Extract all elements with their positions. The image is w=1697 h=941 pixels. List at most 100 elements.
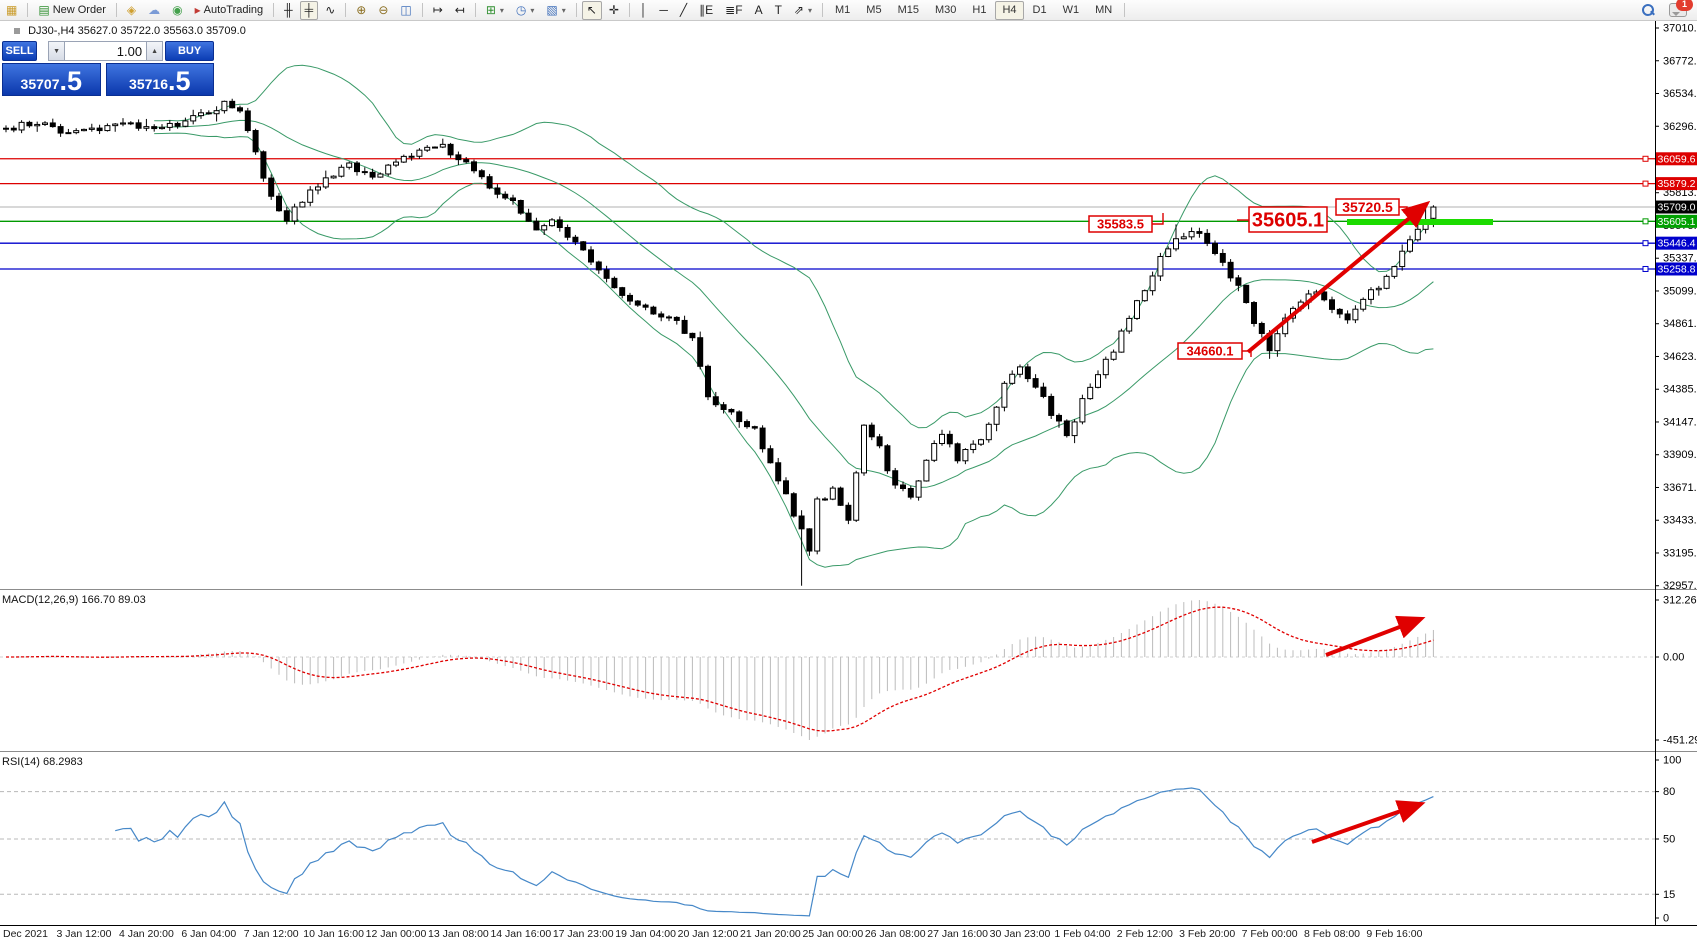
symbols-icon: ▦ xyxy=(6,4,17,16)
chat-icon[interactable]: ☁ xyxy=(143,1,165,20)
volume-input[interactable] xyxy=(65,41,146,61)
svg-text:35605.1: 35605.1 xyxy=(1658,216,1696,228)
svg-text:13 Jan 08:00: 13 Jan 08:00 xyxy=(428,928,489,940)
candlestick-chart-icon[interactable]: ╪ xyxy=(300,1,319,20)
price-chart[interactable]: 35583.535605.135720.534660.137010.036772… xyxy=(0,0,1697,941)
sell-price-main: 35707 xyxy=(21,74,60,94)
arrows-icon[interactable]: ⇗▾ xyxy=(789,1,817,20)
svg-text:25 Jan 00:00: 25 Jan 00:00 xyxy=(802,928,863,940)
horizontal-line-icon[interactable]: ─ xyxy=(654,1,673,20)
timeframe-button-m5[interactable]: M5 xyxy=(859,1,888,20)
new-chart-icon-dropdown[interactable]: ▾ xyxy=(500,6,504,15)
buy-price-main: 35716 xyxy=(129,74,168,94)
rsi-indicator-label: RSI(14) 68.2983 xyxy=(2,756,83,768)
support-line-2-axis-label: 35258.8 xyxy=(1656,262,1697,275)
notifications-icon[interactable]: 1 xyxy=(1669,3,1687,17)
svg-text:3 Jan 12:00: 3 Jan 12:00 xyxy=(57,928,112,940)
new-order-button-label: New Order xyxy=(53,4,106,16)
autotrading-button[interactable]: ▸AutoTrading xyxy=(190,1,269,20)
svg-text:4 Jan 20:00: 4 Jan 20:00 xyxy=(119,928,174,940)
bar-chart-icon[interactable]: ╫ xyxy=(279,1,298,20)
svg-text:-451.29: -451.29 xyxy=(1663,735,1697,747)
periods-icon-dropdown[interactable]: ▾ xyxy=(530,6,534,15)
timeframe-button-h1[interactable]: H1 xyxy=(965,1,993,20)
text-label-icon: T xyxy=(775,4,782,16)
svg-text:33671.0: 33671.0 xyxy=(1663,482,1697,494)
tile-windows-icon[interactable]: ◫ xyxy=(395,1,416,20)
svg-text:2 Feb 12:00: 2 Feb 12:00 xyxy=(1117,928,1173,940)
chat-icon: ☁ xyxy=(148,4,160,16)
arrows-icon-dropdown[interactable]: ▾ xyxy=(808,6,812,15)
signals-icon[interactable]: ◉ xyxy=(167,1,187,20)
bar-chart-icon: ╫ xyxy=(284,4,293,16)
text-label-icon[interactable]: T xyxy=(770,1,787,20)
svg-text:37010.0: 37010.0 xyxy=(1663,23,1697,35)
svg-text:35446.4: 35446.4 xyxy=(1658,238,1696,250)
buy-price-display[interactable]: 35716 .5 xyxy=(106,63,214,96)
line-chart-icon[interactable]: ∿ xyxy=(320,1,340,20)
crosshair-icon[interactable]: ✛ xyxy=(604,1,624,20)
text-icon[interactable]: A xyxy=(750,1,768,20)
timeframe-button-m1[interactable]: M1 xyxy=(828,1,857,20)
one-click-trading-panel: SELL ▼ ▲ BUY 35707 .5 35716 .5 xyxy=(2,41,214,96)
svg-text:33433.0: 33433.0 xyxy=(1663,515,1697,527)
text-icon: A xyxy=(755,4,763,16)
axis-layer: 37010.036772.036534.036296.035813.035575… xyxy=(0,20,1697,940)
resistance-line-2-axis-label: 35879.2 xyxy=(1656,177,1697,190)
periods-icon[interactable]: ◷▾ xyxy=(511,1,540,20)
svg-text:100: 100 xyxy=(1663,755,1681,767)
autotrading-icon: ▸ xyxy=(195,4,201,16)
timeframe-button-h4[interactable]: H4 xyxy=(995,1,1023,20)
chart-icon xyxy=(14,28,20,34)
svg-text:30 Jan 23:00: 30 Jan 23:00 xyxy=(990,928,1051,940)
callout-35583: 35583.5 xyxy=(1089,213,1163,232)
market-watch-icon[interactable]: ◈ xyxy=(122,1,141,20)
ohlc-values: 35627.0 35722.0 35563.0 35709.0 xyxy=(78,25,246,37)
crosshair-icon: ✛ xyxy=(609,4,619,16)
volume-increase-button[interactable]: ▲ xyxy=(146,41,163,61)
new-order-button[interactable]: ▤New Order xyxy=(33,1,111,20)
svg-text:27 Jan 16:00: 27 Jan 16:00 xyxy=(927,928,988,940)
trendline-icon[interactable]: ╱ xyxy=(675,1,692,20)
periods-icon: ◷ xyxy=(516,4,526,16)
svg-text:1 Feb 04:00: 1 Feb 04:00 xyxy=(1054,928,1110,940)
new-chart-icon[interactable]: ⊞▾ xyxy=(481,1,509,20)
zoom-out-icon[interactable]: ⊖ xyxy=(373,1,393,20)
auto-scroll-icon[interactable]: ↦ xyxy=(428,1,448,20)
templates-icon-dropdown[interactable]: ▾ xyxy=(562,6,566,15)
svg-text:33195.0: 33195.0 xyxy=(1663,547,1697,559)
timeframe-button-w1[interactable]: W1 xyxy=(1056,1,1087,20)
svg-text:34623.0: 34623.0 xyxy=(1663,351,1697,363)
symbols-icon[interactable]: ▦ xyxy=(1,1,22,20)
trendline-icon: ╱ xyxy=(680,4,687,16)
timeframe-button-mn[interactable]: MN xyxy=(1088,1,1119,20)
svg-text:26 Jan 08:00: 26 Jan 08:00 xyxy=(865,928,926,940)
svg-text:35099.0: 35099.0 xyxy=(1663,285,1697,297)
timeframe-button-d1[interactable]: D1 xyxy=(1026,1,1054,20)
candles-layer xyxy=(4,99,1436,586)
buy-button[interactable]: BUY xyxy=(165,41,214,61)
timeframe-button-m30[interactable]: M30 xyxy=(928,1,963,20)
chart-info-line: DJ30-,H4 35627.0 35722.0 35563.0 35709.0 xyxy=(14,25,246,37)
trading-platform-window: ▦▤New Order◈☁◉▸AutoTrading╫╪∿⊕⊖◫↦↤⊞▾◷▾▧▾… xyxy=(0,0,1697,941)
fibonacci-icon[interactable]: ≣F xyxy=(720,1,747,20)
buy-price-frac: .5 xyxy=(168,68,191,94)
vertical-line-icon[interactable]: │ xyxy=(635,1,653,20)
chart-shift-icon[interactable]: ↤ xyxy=(450,1,470,20)
support-line-1-axis-label: 35446.4 xyxy=(1656,237,1697,250)
cursor-icon[interactable]: ↖ xyxy=(582,1,602,20)
svg-text:35720.5: 35720.5 xyxy=(1342,199,1393,215)
timeframe-button-m15[interactable]: M15 xyxy=(891,1,926,20)
volume-decrease-button[interactable]: ▼ xyxy=(48,41,65,61)
channel-icon[interactable]: ∥E xyxy=(694,1,718,20)
sell-button[interactable]: SELL xyxy=(2,41,37,61)
search-icon[interactable] xyxy=(1641,3,1655,17)
zoom-in-icon[interactable]: ⊕ xyxy=(351,1,371,20)
svg-text:312.26: 312.26 xyxy=(1663,595,1697,607)
chart-shift-icon: ↤ xyxy=(455,4,465,16)
market-watch-icon: ◈ xyxy=(127,4,136,16)
svg-text:36059.6: 36059.6 xyxy=(1658,153,1696,165)
templates-icon[interactable]: ▧▾ xyxy=(541,1,570,20)
sell-price-display[interactable]: 35707 .5 xyxy=(2,63,101,96)
line-chart-icon: ∿ xyxy=(325,4,335,16)
